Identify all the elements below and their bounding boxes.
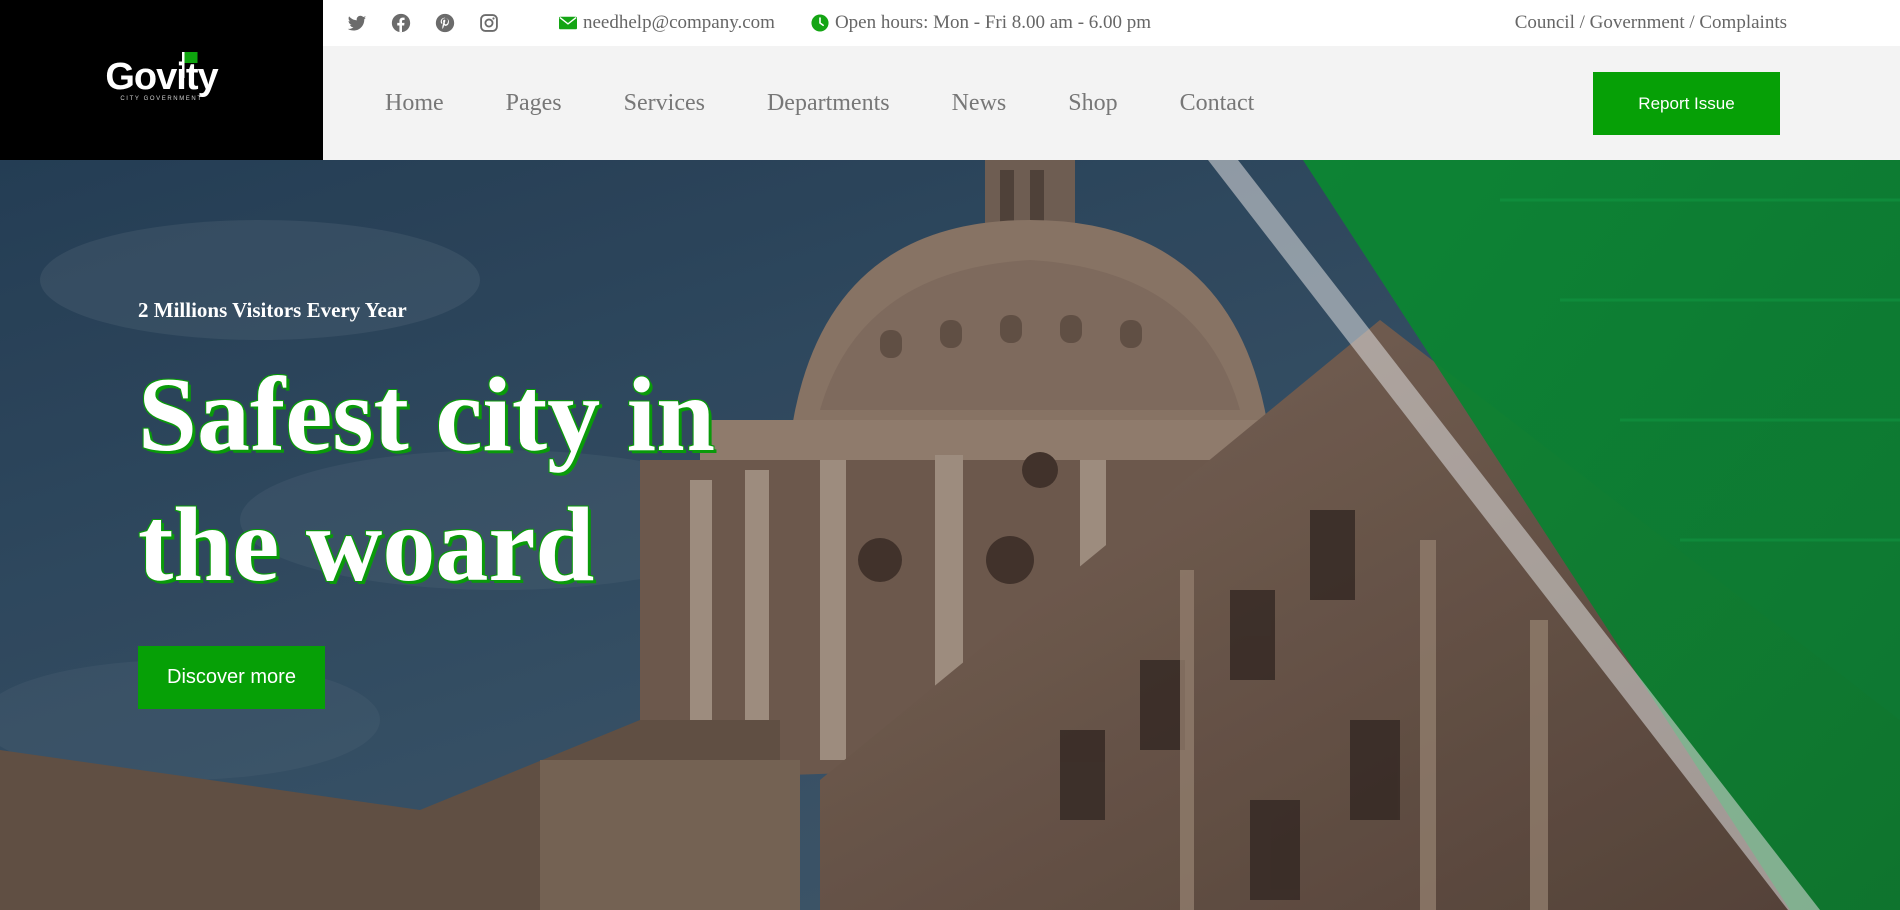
hours-info: Open hours: Mon - Fri 8.00 am - 6.00 pm	[811, 12, 1151, 34]
logo[interactable]: Govity CITY GOVERNMENT	[105, 52, 219, 102]
clock-icon	[811, 14, 829, 32]
top-bar: needhelp@company.com Open hours: Mon - F…	[323, 0, 1900, 46]
discover-more-button[interactable]: Discover more	[138, 646, 325, 709]
twitter-icon[interactable]	[347, 13, 367, 33]
facebook-icon[interactable]	[391, 13, 411, 33]
hero-section: 2 Millions Visitors Every Year Safest ci…	[0, 160, 1900, 910]
hero-title: Safest city in the woard	[138, 356, 716, 603]
main-navbar: Home Pages Services Departments News Sho…	[323, 46, 1900, 160]
envelope-icon	[559, 16, 577, 30]
logo-block[interactable]: Govity CITY GOVERNMENT	[0, 0, 323, 160]
nav-item-home[interactable]: Home	[385, 90, 444, 117]
nav-item-departments[interactable]: Departments	[767, 90, 890, 117]
pinterest-icon[interactable]	[435, 13, 455, 33]
breadcrumb[interactable]: Council / Government / Complaints	[1515, 0, 1787, 46]
flag-icon	[182, 52, 198, 78]
instagram-icon[interactable]	[479, 13, 499, 33]
brand-tagline: CITY GOVERNMENT	[120, 96, 203, 102]
social-links	[347, 13, 523, 33]
email-text[interactable]: needhelp@company.com	[583, 12, 775, 34]
nav-item-services[interactable]: Services	[624, 90, 705, 117]
brand-name: Govity	[105, 56, 218, 98]
hours-text: Open hours: Mon - Fri 8.00 am - 6.00 pm	[834, 12, 1152, 33]
nav-item-contact[interactable]: Contact	[1180, 90, 1255, 117]
email-contact[interactable]: needhelp@company.com	[559, 12, 775, 34]
hero-subtitle: 2 Millions Visitors Every Year	[138, 298, 407, 322]
report-issue-button[interactable]: Report Issue	[1593, 72, 1780, 135]
main-nav: Home Pages Services Departments News Sho…	[385, 46, 1316, 160]
nav-item-shop[interactable]: Shop	[1068, 90, 1117, 117]
nav-item-news[interactable]: News	[952, 90, 1007, 117]
nav-item-pages[interactable]: Pages	[506, 90, 562, 117]
